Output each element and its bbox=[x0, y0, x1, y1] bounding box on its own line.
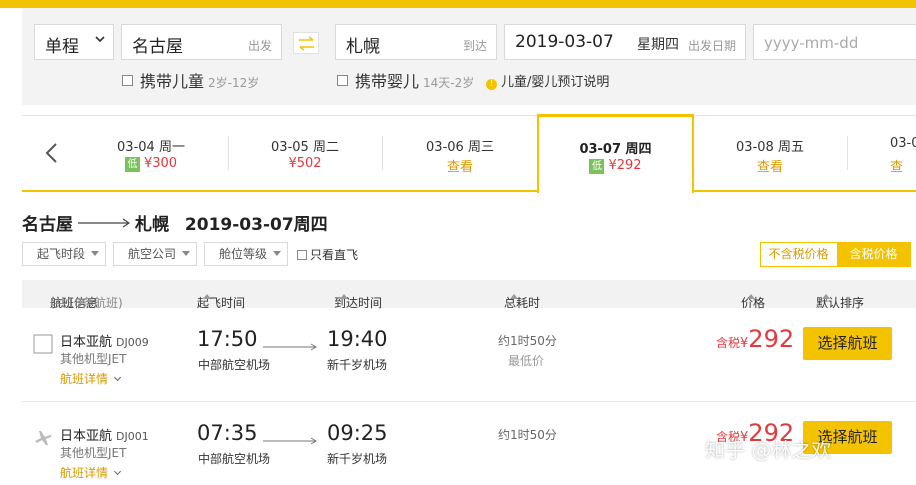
arrow-right-icon bbox=[263, 437, 317, 445]
price-excluding-tax-option[interactable]: 不含税价格 bbox=[761, 243, 836, 266]
caret-down-icon bbox=[273, 251, 282, 256]
direct-only-checkbox[interactable]: 只看直飞 bbox=[297, 246, 358, 263]
sort-up-icon bbox=[747, 294, 755, 299]
with-infant-checkbox[interactable]: 携带婴儿 14天-2岁 bbox=[337, 68, 474, 92]
lowest-price-tag: 最低价 bbox=[508, 354, 545, 368]
date-option-0309[interactable]: 03-0 查 bbox=[890, 116, 916, 191]
airline-name: 日本亚航 bbox=[60, 429, 113, 444]
arrival-city-input[interactable]: 札幌 到达 bbox=[335, 24, 497, 60]
chevron-down-icon bbox=[113, 467, 122, 476]
chevron-down-icon bbox=[113, 373, 122, 382]
arrow-right-icon bbox=[263, 343, 317, 351]
date-price-bar: 03-04 周一 低 ¥300 03-05 周二 ¥502 03-06 周三 查看… bbox=[22, 114, 916, 193]
caret-down-icon bbox=[182, 251, 191, 256]
booking-note-link[interactable]: ! 儿童/婴儿预订说明 bbox=[486, 71, 609, 90]
sort-up-icon bbox=[340, 294, 348, 299]
sort-up-icon bbox=[822, 294, 830, 299]
trip-type-select[interactable]: 单程 bbox=[34, 24, 114, 60]
route-heading: 名古屋 札幌 2019-03-07周四 bbox=[22, 215, 328, 235]
checkbox-icon bbox=[337, 75, 348, 86]
swap-arrows-icon bbox=[299, 36, 314, 51]
top-navigation-bar bbox=[0, 0, 916, 8]
select-flight-button[interactable]: 选择航班 bbox=[803, 327, 892, 360]
airline-filter[interactable]: 航空公司 bbox=[113, 242, 197, 266]
cabin-class-filter[interactable]: 舱位等级 bbox=[204, 242, 288, 266]
date-option-0308[interactable]: 03-08 周五 查看 bbox=[694, 116, 846, 191]
depart-airport: 中部航空机场 bbox=[198, 358, 271, 372]
airplane-icon bbox=[35, 431, 52, 445]
depart-time: 17:50 bbox=[197, 327, 258, 351]
tax-price-toggle: 不含税价格 含税价格 bbox=[760, 242, 911, 267]
airline-name: 日本亚航 bbox=[60, 335, 113, 350]
arrive-airport: 新千岁机场 bbox=[327, 358, 388, 372]
watermark: 知乎 @林之欢 bbox=[705, 438, 832, 462]
flight-price: 含税¥292 bbox=[716, 325, 795, 353]
flight-details-toggle[interactable]: 航班详情 bbox=[60, 370, 122, 387]
arrow-right-icon bbox=[78, 218, 131, 228]
low-price-badge: 低 bbox=[589, 159, 605, 174]
sort-up-icon bbox=[510, 294, 518, 299]
flight-row: 日本亚航 DJ009 其他机型JET 航班详情 17:50 19:40 中部航空机… bbox=[22, 310, 916, 402]
chevron-left-icon[interactable] bbox=[44, 142, 58, 164]
date-option-0304[interactable]: 03-04 周一 低 ¥300 bbox=[75, 116, 227, 191]
flight-details-toggle[interactable]: 航班详情 bbox=[60, 464, 122, 481]
sort-up-icon bbox=[203, 294, 211, 299]
trip-type-value: 单程 bbox=[45, 37, 79, 57]
price-including-tax-option[interactable]: 含税价格 bbox=[837, 243, 910, 266]
with-child-checkbox[interactable]: 携带儿童 2岁-12岁 bbox=[122, 68, 259, 92]
return-date-input[interactable]: yyyy-mm-dd bbox=[753, 24, 916, 60]
aircraft-model: 其他机型JET bbox=[60, 446, 127, 460]
depart-time: 07:35 bbox=[197, 421, 258, 445]
info-icon: ! bbox=[486, 79, 497, 90]
divider bbox=[847, 136, 848, 170]
departure-city-input[interactable]: 名古屋 出发 bbox=[121, 24, 282, 60]
airline-logo-icon bbox=[33, 334, 53, 354]
flight-number: DJ009 bbox=[116, 336, 149, 349]
checkbox-icon bbox=[297, 250, 307, 260]
depart-time-filter[interactable]: 起飞时段 bbox=[22, 242, 106, 266]
duration: 约1时50分 bbox=[498, 428, 557, 442]
aircraft-model: 其他机型JET bbox=[60, 352, 127, 366]
arrive-time: 09:25 bbox=[327, 421, 388, 445]
flight-number: DJ001 bbox=[116, 430, 149, 443]
date-option-0305[interactable]: 03-05 周二 ¥502 bbox=[229, 116, 381, 191]
date-option-0306[interactable]: 03-06 周三 查看 bbox=[383, 116, 537, 191]
depart-airport: 中部航空机场 bbox=[198, 452, 271, 466]
chevron-down-icon bbox=[95, 36, 105, 43]
date-option-0307-selected[interactable]: 03-07 周四 低 ¥292 bbox=[537, 114, 694, 193]
caret-down-icon bbox=[91, 251, 100, 256]
arrive-airport: 新千岁机场 bbox=[327, 452, 388, 466]
flight-search-panel: 单程 名古屋 出发 札幌 到达 2019-03-07 星期四 出发日期 yyyy… bbox=[22, 8, 916, 105]
duration: 约1时50分 bbox=[498, 334, 557, 348]
checkbox-icon bbox=[122, 75, 133, 86]
swap-cities-button[interactable] bbox=[293, 32, 319, 54]
low-price-badge: 低 bbox=[124, 157, 140, 172]
flight-table-header: 航班信息 (共18条航班) 起飞时间 到达时间 总耗时 价格 默认排序 bbox=[22, 280, 916, 310]
departure-date-input[interactable]: 2019-03-07 星期四 出发日期 bbox=[504, 24, 746, 60]
arrive-time: 19:40 bbox=[327, 327, 388, 351]
